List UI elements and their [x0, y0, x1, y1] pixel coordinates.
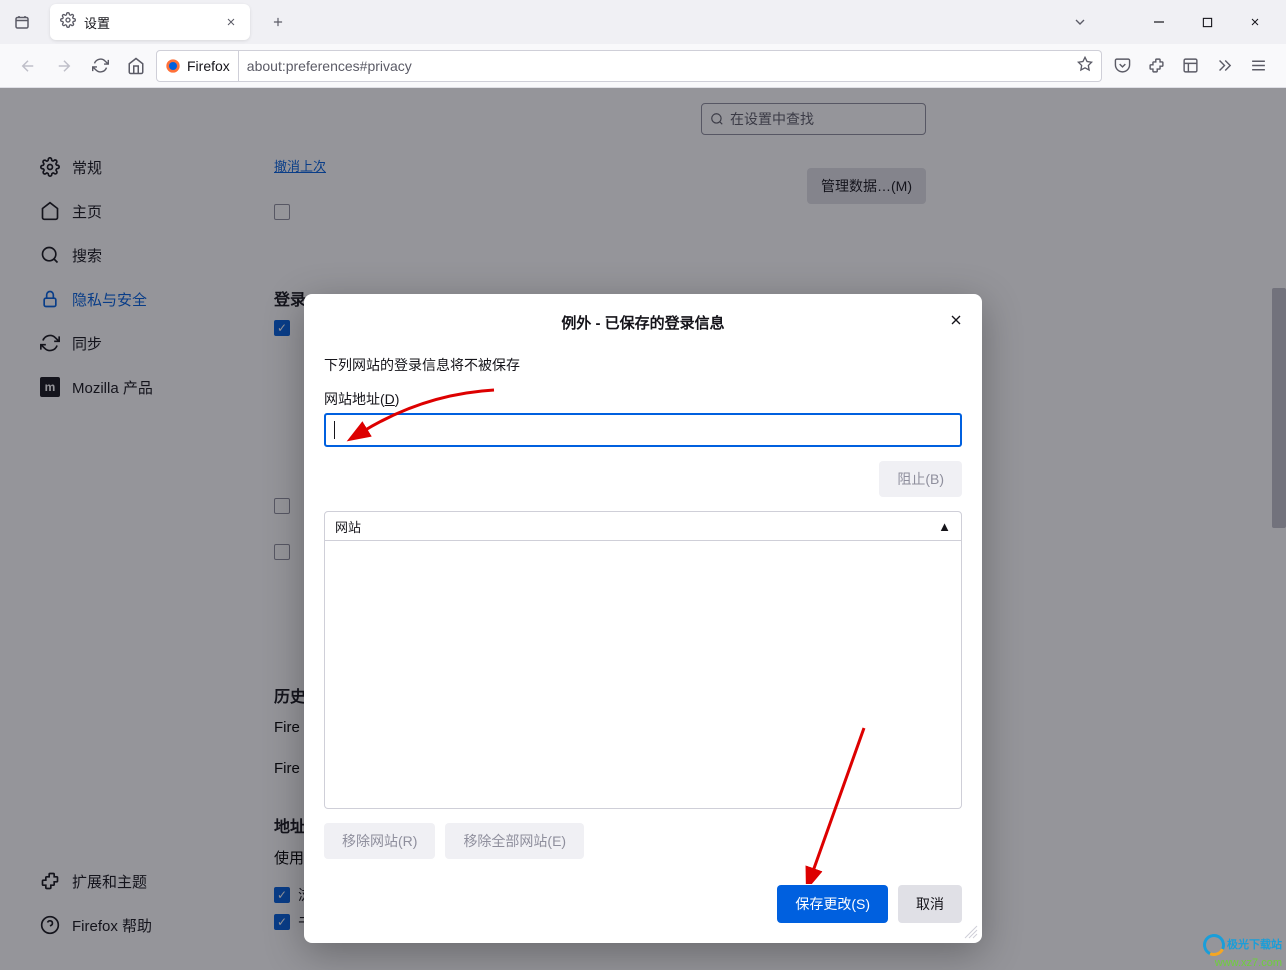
url-path: about:preferences#privacy	[247, 58, 412, 74]
url-bar[interactable]: Firefox about:preferences#privacy	[156, 50, 1102, 82]
back-button[interactable]	[12, 50, 44, 82]
window-maximize-button[interactable]	[1184, 6, 1230, 38]
menu-icon[interactable]	[1242, 50, 1274, 82]
bookmark-star-icon[interactable]	[1077, 56, 1093, 75]
gear-icon	[60, 12, 76, 33]
remove-all-sites-button[interactable]: 移除全部网站(E)	[445, 823, 584, 859]
home-button[interactable]	[120, 50, 152, 82]
address-label: 网站地址(D)	[324, 389, 962, 409]
tab-close-icon[interactable]	[222, 13, 240, 31]
resize-grip-icon	[964, 925, 978, 939]
tab-title: 设置	[84, 13, 214, 32]
remove-site-button[interactable]: 移除网站(R)	[324, 823, 435, 859]
sites-table-body	[324, 541, 962, 809]
dialog-title: 例外 - 已保存的登录信息	[324, 312, 962, 333]
window-close-button[interactable]	[1232, 6, 1278, 38]
tabs-dropdown-icon[interactable]	[1066, 8, 1094, 36]
block-button[interactable]: 阻止(B)	[879, 461, 962, 497]
extensions-icon[interactable]	[1140, 50, 1172, 82]
sites-table-header[interactable]: 网站 ▲	[324, 511, 962, 541]
dialog-close-button[interactable]	[944, 308, 968, 332]
preferences-page: 常规 主页 搜索 隐私与安全 同步 m Mozilla 产品 扩展和主题	[0, 88, 1286, 970]
reload-button[interactable]	[84, 50, 116, 82]
recent-closed-icon[interactable]	[8, 8, 36, 36]
firefox-logo-icon	[165, 58, 181, 74]
overflow-icon[interactable]	[1208, 50, 1240, 82]
exceptions-dialog: 例外 - 已保存的登录信息 下列网站的登录信息将不被保存 网站地址(D) 阻止(…	[304, 294, 982, 943]
watermark-logo-icon	[1200, 931, 1228, 959]
account-icon[interactable]	[1174, 50, 1206, 82]
browser-tab[interactable]: 设置	[50, 4, 250, 40]
website-address-input[interactable]	[324, 413, 962, 447]
url-brand: Firefox	[187, 58, 230, 74]
save-changes-button[interactable]: 保存更改(S)	[777, 885, 888, 923]
nav-toolbar: Firefox about:preferences#privacy	[0, 44, 1286, 88]
sort-indicator-icon: ▲	[938, 519, 951, 534]
dialog-description: 下列网站的登录信息将不被保存	[324, 355, 962, 375]
watermark: 极光下载站 www.xz7.com	[1203, 934, 1282, 970]
modal-overlay: 例外 - 已保存的登录信息 下列网站的登录信息将不被保存 网站地址(D) 阻止(…	[0, 88, 1286, 970]
cancel-button[interactable]: 取消	[898, 885, 962, 923]
new-tab-button[interactable]	[264, 8, 292, 36]
titlebar: 设置	[0, 0, 1286, 44]
forward-button[interactable]	[48, 50, 80, 82]
pocket-icon[interactable]	[1106, 50, 1138, 82]
window-minimize-button[interactable]	[1136, 6, 1182, 38]
